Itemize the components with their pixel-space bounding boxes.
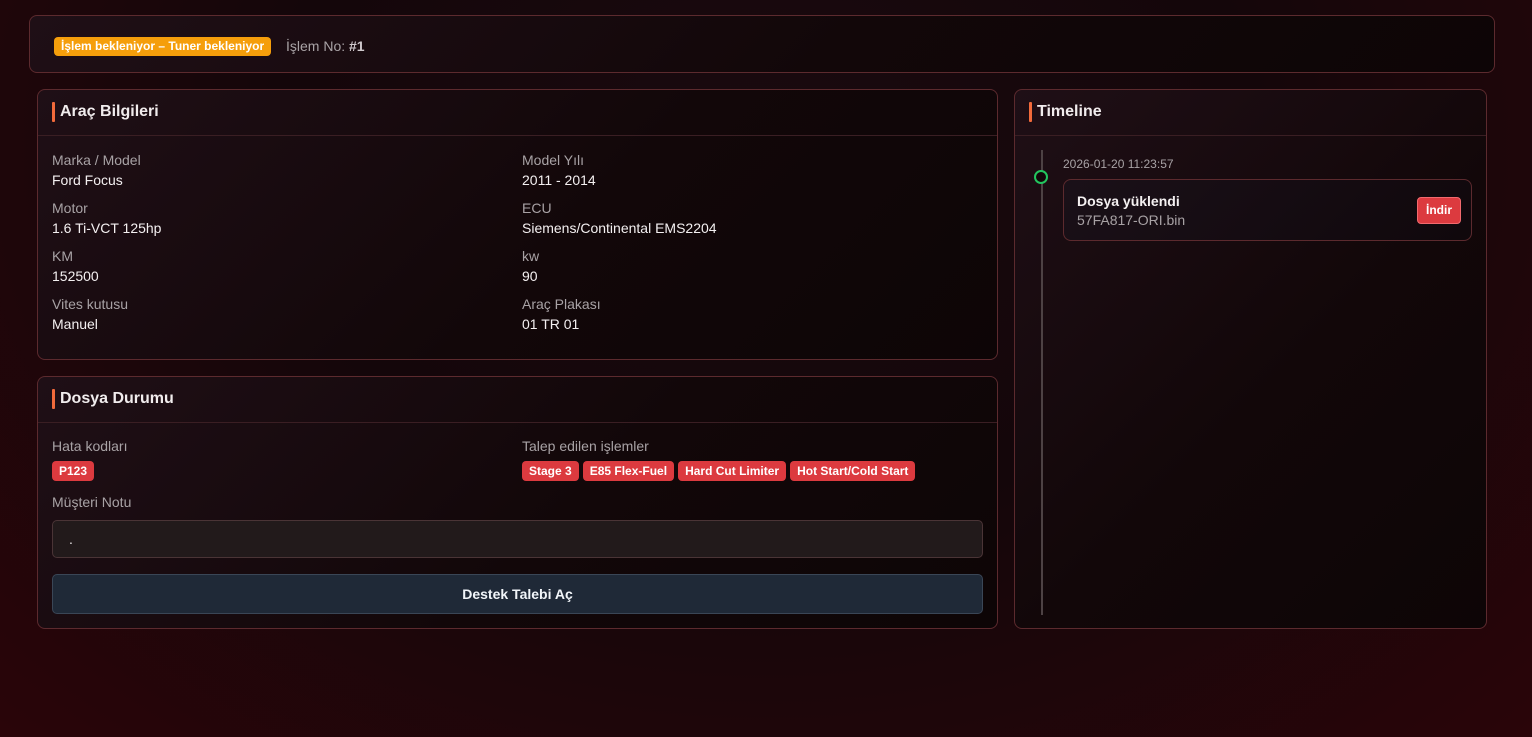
- timeline-line: [1041, 150, 1043, 615]
- field-label: kw: [522, 248, 540, 264]
- timeline-event-title: Dosya yüklendi: [1077, 193, 1180, 209]
- field-label: Motor: [52, 200, 88, 216]
- download-button[interactable]: İndir: [1417, 197, 1461, 224]
- field-engine: Motor 1.6 Ti-VCT 125hp: [52, 199, 161, 237]
- error-codes-list: P123: [52, 461, 95, 481]
- file-status-card: Dosya Durumu Hata kodları P123 Talep edi…: [37, 376, 998, 629]
- requests-list: Stage 3 E85 Flex-Fuel Hard Cut Limiter H…: [522, 461, 916, 481]
- accent-bar: [52, 389, 55, 409]
- field-label: KM: [52, 248, 73, 264]
- error-codes-label: Hata kodları: [52, 438, 128, 454]
- job-number: #1: [349, 38, 365, 54]
- vehicle-info-card: Araç Bilgileri Marka / Model Ford Focus …: [37, 89, 998, 360]
- timeline-dot-icon: [1034, 170, 1048, 184]
- error-code-chip: P123: [52, 461, 95, 481]
- timeline-event-time: 2026-01-20 11:23:57: [1063, 157, 1174, 171]
- field-value: 152500: [52, 268, 99, 284]
- accent-bar: [52, 102, 55, 122]
- status-badge: İşlem bekleniyor – Tuner bekleniyor: [54, 37, 272, 56]
- card-title: Timeline: [1037, 103, 1102, 120]
- field-label: Marka / Model: [52, 152, 141, 168]
- field-label: ECU: [522, 200, 552, 216]
- field-model-year: Model Yılı 2011 - 2014: [522, 151, 596, 189]
- requests-label: Talep edilen işlemler: [522, 438, 649, 454]
- field-value: 90: [522, 268, 538, 284]
- timeline-event-file: 57FA817-ORI.bin: [1077, 212, 1186, 228]
- field-value: 1.6 Ti-VCT 125hp: [52, 220, 162, 236]
- card-header: Timeline: [1015, 90, 1486, 136]
- field-plate: Araç Plakası 01 TR 01: [522, 295, 601, 333]
- timeline-event-card: Dosya yüklendi 57FA817-ORI.bin İndir: [1063, 179, 1472, 241]
- customer-note-label: Müşteri Notu: [52, 494, 132, 510]
- job-label-text: İşlem No:: [286, 38, 346, 54]
- card-header: Dosya Durumu: [38, 377, 997, 423]
- card-header: Araç Bilgileri: [38, 90, 997, 136]
- field-value: Manuel: [52, 316, 98, 332]
- field-gearbox: Vites kutusu Manuel: [52, 295, 128, 333]
- customer-note-box: .: [52, 520, 983, 558]
- request-chip: Stage 3: [522, 461, 579, 481]
- card-title: Araç Bilgileri: [60, 103, 159, 120]
- request-chip: Hot Start/Cold Start: [790, 461, 916, 481]
- field-label: Model Yılı: [522, 152, 584, 168]
- field-label: Vites kutusu: [52, 296, 129, 312]
- field-kw: kw 90: [522, 247, 539, 285]
- request-chip: Hard Cut Limiter: [678, 461, 787, 481]
- field-value: 01 TR 01: [522, 316, 580, 332]
- field-brand-model: Marka / Model Ford Focus: [52, 151, 141, 189]
- field-value: 2011 - 2014: [522, 172, 596, 188]
- status-bar: İşlem bekleniyor – Tuner bekleniyor İşle…: [29, 15, 1495, 73]
- accent-bar: [1029, 102, 1032, 122]
- job-number-label: İşlem No: #1: [286, 38, 365, 54]
- field-ecu: ECU Siemens/Continental EMS2204: [522, 199, 717, 237]
- field-value: Siemens/Continental EMS2204: [522, 220, 717, 236]
- request-chip: E85 Flex-Fuel: [582, 461, 675, 481]
- field-km: KM 152500: [52, 247, 99, 285]
- timeline-card: Timeline 2026-01-20 11:23:57 Dosya yükle…: [1014, 89, 1487, 629]
- field-label: Araç Plakası: [522, 296, 601, 312]
- card-title: Dosya Durumu: [60, 390, 174, 407]
- open-support-ticket-button[interactable]: Destek Talebi Aç: [52, 574, 983, 614]
- field-value: Ford Focus: [52, 172, 123, 188]
